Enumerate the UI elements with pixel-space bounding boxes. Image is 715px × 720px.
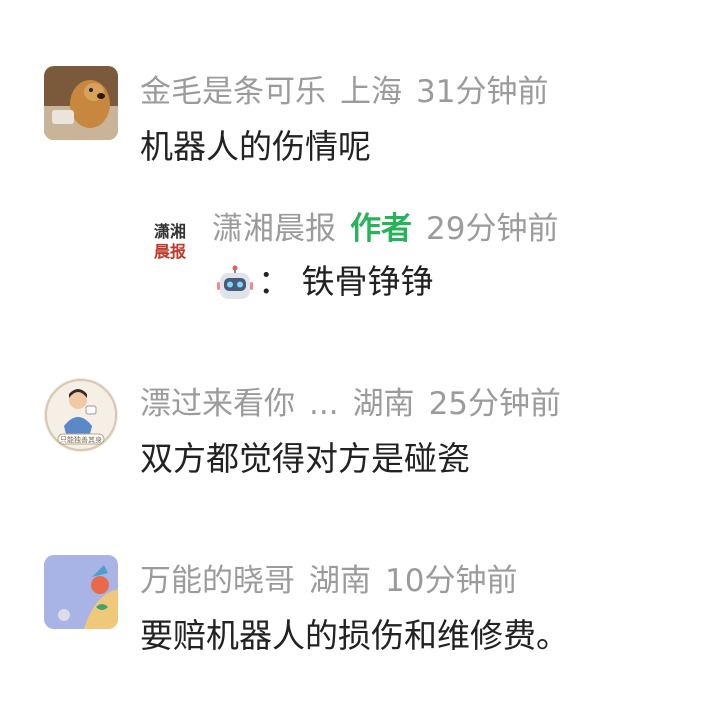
- timestamp: 25分钟前: [428, 386, 562, 422]
- user-avatar[interactable]: [44, 66, 118, 140]
- timestamp: 29分钟前: [426, 211, 559, 247]
- comment-text[interactable]: 要赔机器人的损伤和维修费。: [140, 615, 569, 657]
- username[interactable]: 金毛是条可乐: [140, 74, 326, 110]
- reply-text-content: ： 铁骨铮铮: [258, 262, 434, 301]
- svg-text:只能独善其身: 只能独善其身: [60, 435, 102, 444]
- user-avatar[interactable]: [44, 555, 118, 629]
- comment-item: 万能的晓哥 湖南 10分钟前 要赔机器人的损伤和维修费。: [44, 555, 684, 665]
- comment-text[interactable]: 机器人的伤情呢: [140, 126, 371, 168]
- comment-meta: 万能的晓哥 湖南 10分钟前: [140, 561, 531, 601]
- comment-text[interactable]: 双方都觉得对方是碰瓷: [140, 438, 470, 480]
- comment-item: 只能独善其身 漂过来看你... 湖南 25分钟前 双方都觉得对方是碰瓷: [44, 378, 684, 488]
- robot-face-icon: [216, 265, 254, 303]
- username[interactable]: 漂过来看你: [140, 386, 295, 422]
- comment-meta: 金毛是条可乐 上海 31分钟前: [140, 72, 562, 112]
- location: 湖南: [352, 386, 415, 422]
- reply-meta: 潇湘晨报 作者 29分钟前: [212, 209, 572, 249]
- user-avatar[interactable]: 只能独善其身: [44, 378, 118, 452]
- username[interactable]: 万能的晓哥: [140, 563, 295, 599]
- comment-item: 金毛是条可乐 上海 31分钟前 机器人的伤情呢 潇湘 晨报 潇湘晨报 作者 29分钟前: [44, 66, 684, 326]
- timestamp: 31分钟前: [416, 74, 549, 110]
- location: 上海: [340, 74, 402, 110]
- author-badge: 作者: [350, 211, 412, 247]
- svg-text:晨报: 晨报: [154, 242, 186, 261]
- location: 湖南: [309, 563, 371, 599]
- comment-meta: 漂过来看你... 湖南 25分钟前: [140, 384, 575, 424]
- author-avatar[interactable]: 潇湘 晨报: [144, 215, 196, 267]
- svg-text:潇湘: 潇湘: [154, 222, 186, 241]
- timestamp: 10分钟前: [385, 563, 518, 599]
- username-ellipsis: ...: [309, 386, 339, 422]
- author-name[interactable]: 潇湘晨报: [212, 211, 336, 247]
- reply-text[interactable]: ： 铁骨铮铮: [216, 261, 434, 303]
